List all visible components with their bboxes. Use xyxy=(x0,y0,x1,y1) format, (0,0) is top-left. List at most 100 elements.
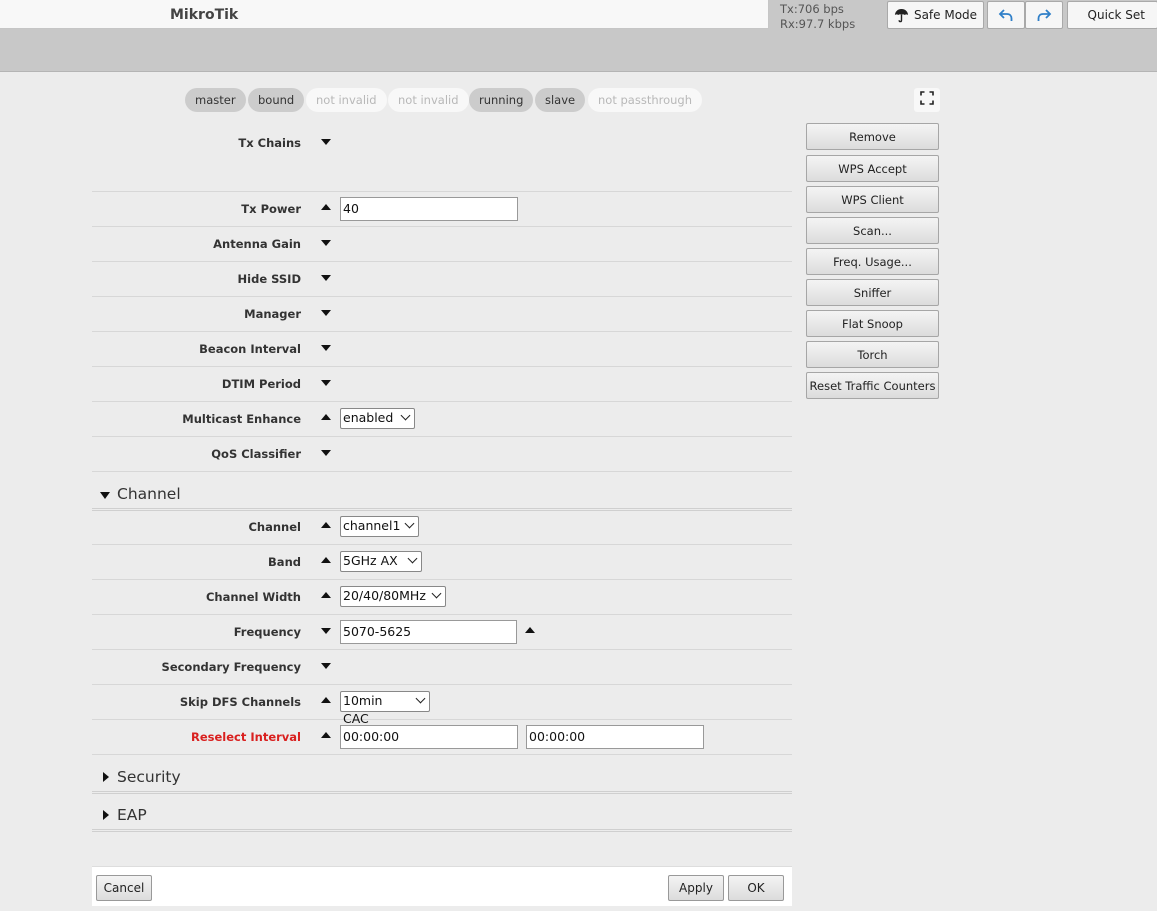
chevron-down-icon xyxy=(431,588,442,599)
label-dtim-period: DTIM Period xyxy=(221,377,301,391)
row-band: Band 5GHz AX xyxy=(92,545,792,580)
collapse-arrow-icon[interactable] xyxy=(321,204,331,210)
cancel-button[interactable]: Cancel xyxy=(96,875,152,901)
expand-arrow-icon[interactable] xyxy=(321,275,331,281)
flag-master: master xyxy=(185,88,246,112)
collapse-arrow-icon[interactable] xyxy=(525,627,535,633)
flag-slave: slave xyxy=(535,88,586,112)
undo-icon xyxy=(998,7,1014,23)
label-skip-dfs-channels: Skip DFS Channels xyxy=(179,695,301,709)
section-channel-header[interactable]: Channel xyxy=(92,479,792,511)
row-tx-chains: Tx Chains xyxy=(92,126,792,192)
wps-accept-button[interactable]: WPS Accept xyxy=(806,155,939,182)
form-action-bar: Cancel Apply OK xyxy=(92,866,792,906)
channel-width-value: 20/40/80MHz xyxy=(343,588,426,603)
fullscreen-button[interactable] xyxy=(914,88,940,112)
row-channel-width: Channel Width 20/40/80MHz xyxy=(92,580,792,615)
expand-arrow-icon[interactable] xyxy=(321,663,331,669)
skip-dfs-channels-select[interactable]: 10min CAC xyxy=(340,691,430,726)
multicast-enhance-value: enabled xyxy=(343,410,394,425)
collapse-arrow-icon[interactable] xyxy=(321,557,331,563)
scan-button[interactable]: Scan... xyxy=(806,217,939,244)
chevron-down-icon xyxy=(407,553,418,564)
app-title: MikroTik xyxy=(170,7,239,23)
label-channel: Channel xyxy=(248,520,301,534)
label-reselect-interval: Reselect Interval xyxy=(191,730,301,744)
row-tx-power: Tx Power 40 xyxy=(92,192,792,227)
label-secondary-frequency: Secondary Frequency xyxy=(161,660,301,674)
wps-client-button[interactable]: WPS Client xyxy=(806,186,939,213)
flag-not-passthrough: not passthrough xyxy=(588,88,703,112)
freq-usage-button[interactable]: Freq. Usage... xyxy=(806,248,939,275)
collapse-arrow-icon[interactable] xyxy=(321,592,331,598)
collapse-arrow-icon[interactable] xyxy=(321,732,331,738)
row-antenna-gain: Antenna Gain xyxy=(92,227,792,262)
multicast-enhance-select[interactable]: enabled xyxy=(340,408,415,429)
section-security-header[interactable]: Security xyxy=(92,762,792,794)
row-manager: Manager xyxy=(92,297,792,332)
label-antenna-gain: Antenna Gain xyxy=(213,237,301,251)
ok-button[interactable]: OK xyxy=(728,875,784,901)
row-secondary-frequency: Secondary Frequency xyxy=(92,650,792,685)
label-beacon-interval: Beacon Interval xyxy=(199,342,301,356)
apply-button[interactable]: Apply xyxy=(668,875,724,901)
tx-rate: Tx:706 bps xyxy=(780,2,844,16)
section-title-eap: EAP xyxy=(117,806,147,824)
section-title-channel: Channel xyxy=(117,485,181,503)
flag-bound: bound xyxy=(248,88,305,112)
umbrella-icon xyxy=(894,8,909,23)
label-band: Band xyxy=(268,555,301,569)
title-bar: MikroTik xyxy=(0,0,769,29)
reselect-interval-to-input[interactable]: 00:00:00 xyxy=(526,725,704,749)
row-reselect-interval: Reselect Interval 00:00:00 00:00:00 xyxy=(92,720,792,755)
row-dtim-period: DTIM Period xyxy=(92,367,792,402)
collapse-arrow-icon[interactable] xyxy=(321,414,331,420)
quick-set-button[interactable]: Quick Set xyxy=(1067,1,1157,29)
label-qos-classifier: QoS Classifier xyxy=(211,447,301,461)
collapse-arrow-icon[interactable] xyxy=(321,697,331,703)
row-qos-classifier: QoS Classifier xyxy=(92,437,792,472)
band-select[interactable]: 5GHz AX xyxy=(340,551,422,572)
row-hide-ssid: Hide SSID xyxy=(92,262,792,297)
safe-mode-button[interactable]: Safe Mode xyxy=(887,1,984,29)
undo-button[interactable] xyxy=(987,1,1025,29)
row-channel: Channel channel1 xyxy=(92,510,792,545)
flag-not-invalid: not invalid xyxy=(388,88,469,112)
sniffer-button[interactable]: Sniffer xyxy=(806,279,939,306)
row-skip-dfs-channels: Skip DFS Channels 10min CAC xyxy=(92,685,792,726)
reselect-interval-from-input[interactable]: 00:00:00 xyxy=(340,725,518,749)
safe-mode-label: Safe Mode xyxy=(913,8,978,22)
frequency-input[interactable]: 5070-5625 xyxy=(340,620,517,644)
row-beacon-interval: Beacon Interval xyxy=(92,332,792,367)
row-multicast-enhance: Multicast Enhance enabled xyxy=(92,402,792,437)
expand-arrow-icon[interactable] xyxy=(321,139,331,145)
flag-not-invalid: not invalid xyxy=(306,88,387,112)
label-tx-chains: Tx Chains xyxy=(238,136,301,150)
channel-value: channel1 xyxy=(343,518,401,533)
channel-width-select[interactable]: 20/40/80MHz xyxy=(340,586,446,607)
traffic-readout: Tx:706 bps Rx:97.7 kbps xyxy=(780,2,855,32)
flag-running: running xyxy=(469,88,534,112)
band-value: 5GHz AX xyxy=(343,553,398,568)
label-channel-width: Channel Width xyxy=(205,590,301,604)
expand-arrow-icon[interactable] xyxy=(321,240,331,246)
redo-button[interactable] xyxy=(1025,1,1063,29)
section-eap-header[interactable]: EAP xyxy=(92,800,792,832)
collapse-arrow-icon[interactable] xyxy=(321,522,331,528)
flat-snoop-button[interactable]: Flat Snoop xyxy=(806,310,939,337)
chevron-down-icon xyxy=(404,518,415,529)
section-title-security: Security xyxy=(117,768,181,786)
expand-arrow-icon[interactable] xyxy=(321,345,331,351)
chevron-down-icon xyxy=(400,410,411,421)
reset-traffic-counters-button[interactable]: Reset Traffic Counters xyxy=(806,372,939,399)
torch-button[interactable]: Torch xyxy=(806,341,939,368)
top-bar: MikroTik Tx:706 bps Rx:97.7 kbps Safe Mo… xyxy=(0,0,1157,72)
channel-select[interactable]: channel1 xyxy=(340,516,419,537)
expand-arrow-icon[interactable] xyxy=(321,628,331,634)
expand-arrow-icon[interactable] xyxy=(321,380,331,386)
expand-arrow-icon[interactable] xyxy=(321,310,331,316)
redo-icon xyxy=(1036,7,1052,23)
remove-button[interactable]: Remove xyxy=(806,123,939,150)
expand-arrow-icon[interactable] xyxy=(321,450,331,456)
tx-power-input[interactable]: 40 xyxy=(340,197,518,221)
